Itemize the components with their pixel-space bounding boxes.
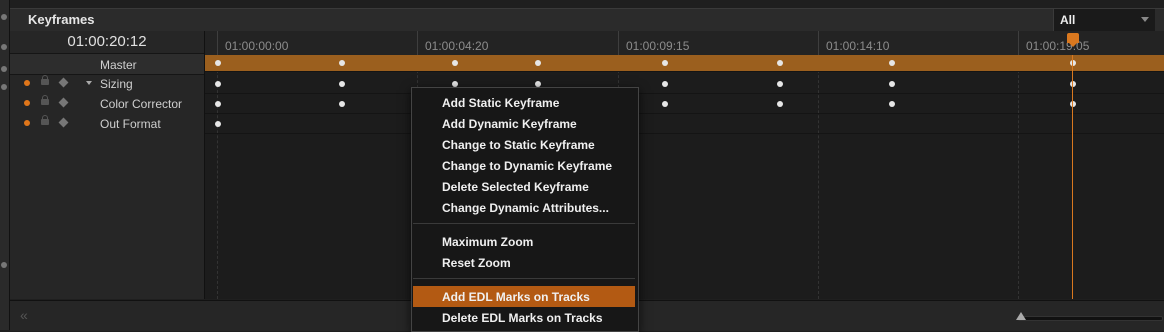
keyframe-marker[interactable] bbox=[1070, 81, 1076, 87]
ruler-label: 01:00:00:00 bbox=[225, 39, 289, 53]
menu-item-label: Add Dynamic Keyframe bbox=[442, 117, 577, 131]
out-format-keyframe-track[interactable] bbox=[205, 113, 1164, 134]
keyframe-diamond-icon[interactable] bbox=[58, 117, 69, 128]
menu-separator bbox=[413, 223, 635, 224]
ruler-label: 01:00:19:05 bbox=[1026, 39, 1090, 53]
panel-title: Keyframes bbox=[28, 12, 95, 27]
strip-dot-icon bbox=[1, 262, 7, 268]
time-ruler[interactable]: 01:00:00:00 01:00:04:20 01:00:09:15 01:0… bbox=[205, 31, 1164, 56]
menu-item-label: Delete EDL Marks on Tracks bbox=[442, 311, 603, 325]
keyframe-marker[interactable] bbox=[1070, 60, 1076, 66]
menu-item-label: Change to Dynamic Keyframe bbox=[442, 159, 613, 173]
keyframe-diamond-icon[interactable] bbox=[58, 77, 69, 88]
filter-value: All bbox=[1060, 13, 1076, 27]
zoom-slider-thumb[interactable] bbox=[1016, 312, 1026, 320]
lock-icon[interactable] bbox=[41, 95, 49, 105]
track-row-master[interactable]: Master bbox=[10, 53, 204, 75]
menu-item-label: Reset Zoom bbox=[442, 256, 511, 270]
context-menu: Add Static Keyframe Add Dynamic Keyframe… bbox=[411, 87, 639, 332]
lock-icon[interactable] bbox=[41, 75, 49, 85]
master-keyframe-track[interactable] bbox=[205, 55, 1164, 72]
playhead-handle[interactable] bbox=[1067, 33, 1079, 47]
track-name: Master bbox=[100, 58, 137, 72]
menu-item-add-static-keyframe[interactable]: Add Static Keyframe bbox=[413, 92, 635, 113]
double-chevron-left-icon[interactable]: « bbox=[20, 307, 28, 323]
track-row-sizing[interactable]: Sizing bbox=[10, 73, 204, 93]
menu-item-maximum-zoom[interactable]: Maximum Zoom bbox=[413, 231, 635, 252]
keyframe-marker[interactable] bbox=[215, 81, 221, 87]
strip-button-icon[interactable] bbox=[1, 44, 7, 50]
menu-item-change-dynamic-attributes[interactable]: Change Dynamic Attributes... bbox=[413, 197, 635, 218]
track-filter-dropdown[interactable]: All bbox=[1053, 9, 1155, 31]
current-timecode: 01:00:20:12 bbox=[67, 33, 147, 50]
keyframe-marker[interactable] bbox=[339, 101, 345, 107]
track-name: Sizing bbox=[100, 77, 133, 91]
track-name: Out Format bbox=[100, 117, 161, 131]
ruler-label: 01:00:04:20 bbox=[425, 39, 489, 53]
menu-item-label: Add EDL Marks on Tracks bbox=[442, 290, 590, 304]
expand-arrow-icon[interactable] bbox=[86, 81, 92, 85]
track-list-panel: 01:00:20:12 Master Sizing Color Correcto… bbox=[10, 31, 205, 299]
zoom-slider-track[interactable] bbox=[1018, 316, 1163, 321]
keyframe-marker[interactable] bbox=[215, 121, 221, 127]
keyframe-marker[interactable] bbox=[662, 101, 668, 107]
menu-item-label: Delete Selected Keyframe bbox=[442, 180, 589, 194]
menu-item-change-to-static[interactable]: Change to Static Keyframe bbox=[413, 134, 635, 155]
ruler-label: 01:00:14:10 bbox=[826, 39, 890, 53]
color-corrector-keyframe-track[interactable] bbox=[205, 93, 1164, 114]
track-row-out-format[interactable]: Out Format bbox=[10, 113, 204, 133]
keyframe-marker[interactable] bbox=[535, 60, 541, 66]
enable-dot-icon[interactable] bbox=[24, 120, 30, 126]
keyframe-marker[interactable] bbox=[777, 60, 783, 66]
keyframe-marker[interactable] bbox=[662, 60, 668, 66]
strip-handle-icon bbox=[1, 14, 7, 20]
menu-item-change-to-dynamic[interactable]: Change to Dynamic Keyframe bbox=[413, 155, 635, 176]
keyframe-diamond-icon[interactable] bbox=[58, 97, 69, 108]
strip-button-icon[interactable] bbox=[1, 66, 7, 72]
menu-separator bbox=[413, 278, 635, 279]
menu-item-reset-zoom[interactable]: Reset Zoom bbox=[413, 252, 635, 273]
keyframe-marker[interactable] bbox=[662, 81, 668, 87]
left-edge-strip bbox=[0, 0, 10, 330]
menu-item-label: Add Static Keyframe bbox=[442, 96, 560, 110]
enable-dot-icon[interactable] bbox=[24, 100, 30, 106]
keyframe-timeline[interactable]: 01:00:00:00 01:00:04:20 01:00:09:15 01:0… bbox=[205, 31, 1164, 299]
enable-dot-icon[interactable] bbox=[24, 80, 30, 86]
keyframe-marker[interactable] bbox=[889, 81, 895, 87]
keyframe-marker[interactable] bbox=[215, 101, 221, 107]
keyframe-marker[interactable] bbox=[452, 60, 458, 66]
menu-item-label: Maximum Zoom bbox=[442, 235, 534, 249]
menu-item-add-dynamic-keyframe[interactable]: Add Dynamic Keyframe bbox=[413, 113, 635, 134]
strip-button-icon[interactable] bbox=[1, 84, 7, 90]
ruler-label: 01:00:09:15 bbox=[626, 39, 690, 53]
menu-item-delete-selected-keyframe[interactable]: Delete Selected Keyframe bbox=[413, 176, 635, 197]
keyframe-marker[interactable] bbox=[1070, 101, 1076, 107]
menu-item-label: Change to Static Keyframe bbox=[442, 138, 595, 152]
chevron-down-icon bbox=[1141, 17, 1149, 22]
sizing-keyframe-track[interactable] bbox=[205, 73, 1164, 94]
keyframe-marker[interactable] bbox=[215, 60, 221, 66]
keyframe-marker[interactable] bbox=[889, 101, 895, 107]
panel-header: Keyframes All bbox=[10, 8, 1164, 32]
menu-item-label: Change Dynamic Attributes... bbox=[442, 201, 609, 215]
menu-item-delete-edl-marks[interactable]: Delete EDL Marks on Tracks bbox=[413, 307, 635, 328]
keyframe-marker[interactable] bbox=[339, 81, 345, 87]
lock-icon[interactable] bbox=[41, 115, 49, 125]
keyframe-marker[interactable] bbox=[777, 101, 783, 107]
menu-item-add-edl-marks[interactable]: Add EDL Marks on Tracks bbox=[413, 286, 635, 307]
playhead-line[interactable] bbox=[1072, 55, 1073, 299]
track-row-color-corrector[interactable]: Color Corrector bbox=[10, 93, 204, 113]
keyframe-marker[interactable] bbox=[339, 60, 345, 66]
keyframe-marker[interactable] bbox=[889, 60, 895, 66]
keyframe-marker[interactable] bbox=[777, 81, 783, 87]
track-name: Color Corrector bbox=[100, 97, 183, 111]
